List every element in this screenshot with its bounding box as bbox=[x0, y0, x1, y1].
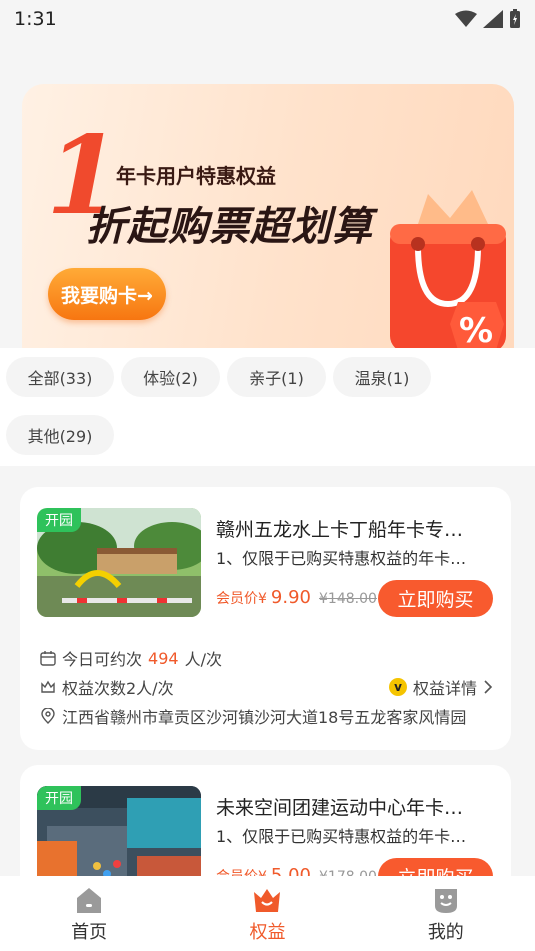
banner-subtitle: 年卡用户特惠权益 bbox=[116, 164, 276, 188]
crown-icon bbox=[41, 680, 55, 693]
location-icon bbox=[41, 708, 55, 724]
card-title: 未来空间团建运动中心年卡… bbox=[216, 797, 464, 819]
price-row: 会员价¥ 9.90 ¥148.00 bbox=[216, 587, 377, 608]
nav-profile-label: 我的 bbox=[427, 922, 464, 943]
home-icon bbox=[77, 888, 102, 913]
today-availability: 今日可约次 494 人/次 bbox=[40, 646, 222, 670]
nav-benefits[interactable]: 权益 bbox=[178, 876, 356, 951]
nav-benefits-label: 权益 bbox=[249, 922, 286, 943]
open-tag: 开园 bbox=[37, 508, 81, 532]
card-description: 1、仅限于已购买特惠权益的年卡… bbox=[216, 549, 467, 568]
card-thumbnail: 开园 bbox=[37, 508, 201, 617]
address-line: 江西省赣州市章贡区沙河镇沙河大道18号五龙客家风情园 bbox=[40, 704, 466, 728]
detail-label: 权益详情 bbox=[412, 679, 477, 698]
chevron-right-icon bbox=[484, 680, 493, 694]
today-label: 今日可约次 bbox=[62, 650, 143, 669]
shopping-bag-icon: % bbox=[390, 190, 506, 352]
bottom-nav: 首页 权益 我的 bbox=[0, 876, 535, 951]
filter-other[interactable]: 其他(29) bbox=[6, 415, 114, 455]
promo-banner[interactable]: 1 年卡用户特惠权益 折起购票超划算 我要购卡→ % bbox=[22, 84, 514, 352]
card-title: 赣州五龙水上卡丁船年卡专… bbox=[216, 519, 464, 541]
filter-experience[interactable]: 体验(2) bbox=[121, 357, 220, 397]
open-tag: 开园 bbox=[37, 786, 81, 810]
address-text: 江西省赣州市章贡区沙河镇沙河大道18号五龙客家风情园 bbox=[62, 708, 467, 727]
status-bar: 1:31 bbox=[0, 0, 535, 38]
price-prefix: 会员价¥ bbox=[216, 591, 267, 607]
status-icons bbox=[455, 9, 521, 29]
signal-icon bbox=[483, 10, 503, 28]
battery-icon bbox=[510, 9, 520, 28]
profile-icon bbox=[434, 889, 457, 913]
buy-card-button[interactable]: 我要购卡→ bbox=[48, 268, 166, 320]
benefit-times: 权益次数2人/次 bbox=[40, 675, 174, 699]
benefit-times-text: 权益次数2人/次 bbox=[62, 679, 174, 698]
nav-home[interactable]: 首页 bbox=[0, 876, 178, 951]
category-filters: 全部(33) 体验(2) 亲子(1) 温泉(1) 其他(29) bbox=[0, 348, 535, 466]
filter-hot-spring[interactable]: 温泉(1) bbox=[333, 357, 431, 397]
today-count: 494 bbox=[148, 648, 179, 668]
card-description: 1、仅限于已购买特惠权益的年卡… bbox=[216, 827, 467, 846]
nav-profile[interactable]: 我的 bbox=[357, 876, 535, 951]
original-price: ¥148.00 bbox=[319, 591, 377, 607]
vip-icon: v bbox=[388, 678, 407, 696]
crown-bag-icon bbox=[254, 889, 281, 912]
status-time: 1:31 bbox=[14, 8, 57, 30]
benefit-detail-link[interactable]: v 权益详情 bbox=[388, 675, 493, 699]
calendar-icon bbox=[40, 651, 56, 666]
benefit-card[interactable]: 开园 赣州五龙水上卡丁船年卡专… 1、仅限于已购买特惠权益的年卡… 会员价¥ 9.… bbox=[20, 487, 511, 750]
banner-headline: 折起购票超划算 bbox=[86, 204, 373, 250]
filter-all[interactable]: 全部(33) bbox=[6, 357, 114, 397]
today-unit: 人/次 bbox=[184, 650, 222, 669]
member-price: 9.90 bbox=[270, 587, 311, 608]
svg-text:%: % bbox=[459, 311, 493, 351]
wifi-icon bbox=[455, 10, 477, 27]
filter-family[interactable]: 亲子(1) bbox=[227, 357, 326, 397]
buy-now-button[interactable]: 立即购买 bbox=[378, 580, 493, 617]
nav-home-label: 首页 bbox=[71, 922, 108, 943]
